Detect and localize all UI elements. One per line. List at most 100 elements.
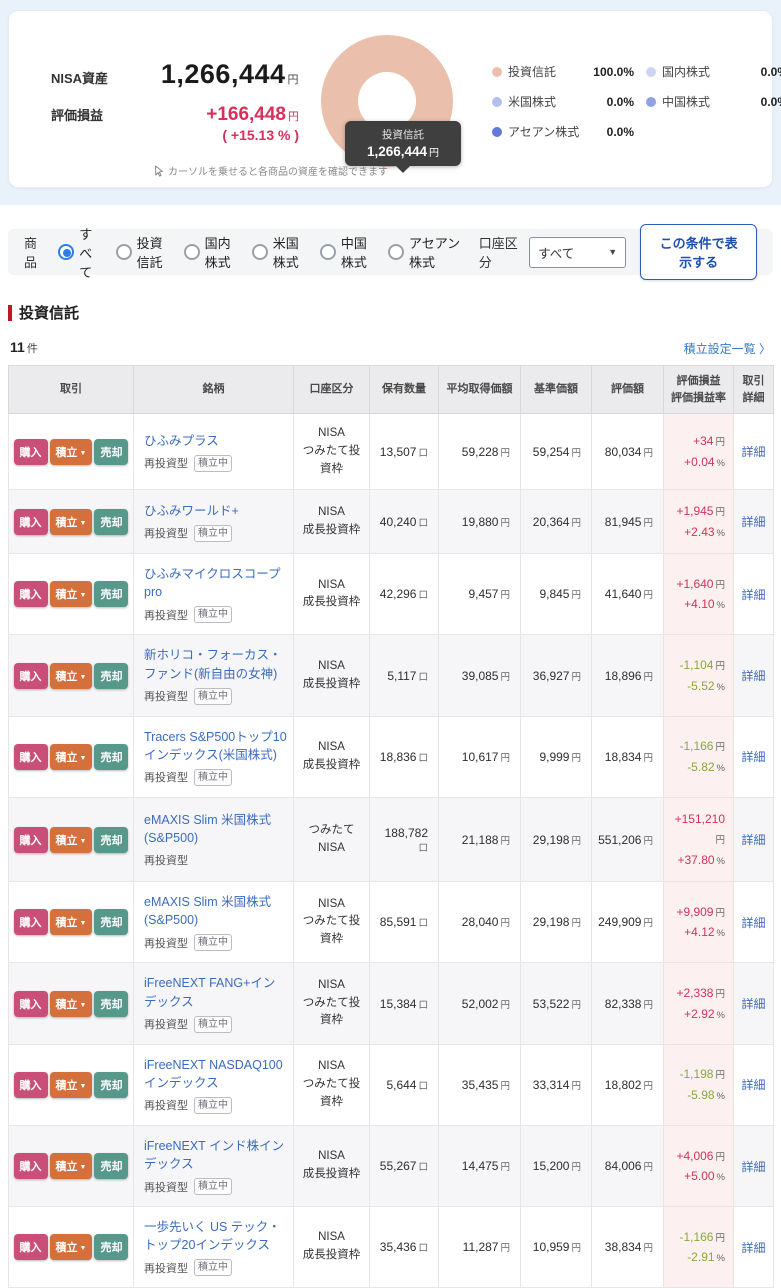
radio-icon[interactable] <box>388 244 404 260</box>
sell-button[interactable]: 売却 <box>94 663 128 689</box>
nav-cell: 9,999円 <box>521 716 592 797</box>
account-type-select[interactable]: すべて ▼ <box>529 237 626 268</box>
detail-cell: 詳細 <box>734 490 774 554</box>
tsumitate-button[interactable]: 積立▼ <box>50 509 93 535</box>
tsumitate-caret-icon: ▼ <box>80 520 87 527</box>
detail-link[interactable]: 詳細 <box>741 669 765 683</box>
tsumitate-button[interactable]: 積立▼ <box>50 439 93 465</box>
tsumitate-button[interactable]: 積立▼ <box>50 827 93 853</box>
tsumitate-caret-icon: ▼ <box>80 450 87 457</box>
buy-button[interactable]: 購入 <box>14 581 48 607</box>
pl-unit: 円 <box>288 111 299 123</box>
fund-name-link[interactable]: iFreeNEXT FANG+インデックス <box>144 976 275 1008</box>
buy-button[interactable]: 購入 <box>14 439 48 465</box>
fund-name-link[interactable]: iFreeNEXT インド株インデックス <box>144 1139 284 1171</box>
sell-button[interactable]: 売却 <box>94 991 128 1017</box>
tsumitate-button[interactable]: 積立▼ <box>50 663 93 689</box>
avg-cost-cell: 59,228円 <box>439 414 521 490</box>
sell-button[interactable]: 売却 <box>94 827 128 853</box>
fund-name-link[interactable]: eMAXIS Slim 米国株式(S&P500) <box>144 813 271 845</box>
radio-icon[interactable] <box>58 244 74 260</box>
nav-cell: 59,254円 <box>521 414 592 490</box>
donut-tooltip: 投資信託 1,266,444円 <box>345 121 461 166</box>
pl-rate: -5.52% <box>670 676 725 696</box>
sell-button[interactable]: 売却 <box>94 509 128 535</box>
product-filter-label: 商品 <box>24 233 44 271</box>
trade-actions-cell: 購入積立▼売却 <box>9 1044 134 1125</box>
product-radio-option[interactable]: 投資信託 <box>116 233 170 271</box>
item-count: 11件 <box>10 339 38 357</box>
fund-cell: Tracers S&P500トップ10インデックス(米国株式) 再投資型 積立中 <box>134 716 294 797</box>
product-radio-option[interactable]: 国内株式 <box>184 233 238 271</box>
detail-link[interactable]: 詳細 <box>741 1241 765 1255</box>
buy-button[interactable]: 購入 <box>14 509 48 535</box>
detail-link[interactable]: 詳細 <box>741 515 765 529</box>
tsumitate-button[interactable]: 積立▼ <box>50 1234 93 1260</box>
tsumitate-button[interactable]: 積立▼ <box>50 744 93 770</box>
avg-cost-cell: 21,188円 <box>439 797 521 881</box>
detail-link[interactable]: 詳細 <box>741 750 765 764</box>
detail-link[interactable]: 詳細 <box>741 1160 765 1174</box>
radio-icon[interactable] <box>116 244 132 260</box>
avg-cost-cell: 39,085円 <box>439 635 521 716</box>
sell-button[interactable]: 売却 <box>94 1153 128 1179</box>
buy-button[interactable]: 購入 <box>14 744 48 770</box>
tsumitate-button[interactable]: 積立▼ <box>50 1153 93 1179</box>
product-radio-option[interactable]: 米国株式 <box>252 233 306 271</box>
radio-icon[interactable] <box>320 244 336 260</box>
tsumitate-button[interactable]: 積立▼ <box>50 909 93 935</box>
pl-cell: -1,166円 -5.82% <box>664 716 734 797</box>
quantity-cell: 55,267口 <box>370 1125 439 1206</box>
buy-button[interactable]: 購入 <box>14 1234 48 1260</box>
fund-name-link[interactable]: ひふみマイクロスコープpro <box>144 567 281 599</box>
fund-name-link[interactable]: ひふみワールド+ <box>144 504 239 518</box>
detail-link[interactable]: 詳細 <box>741 916 765 930</box>
fund-name-link[interactable]: ひふみプラス <box>144 434 219 448</box>
product-radio-option[interactable]: アセアン株式 <box>388 233 461 271</box>
apply-filter-button[interactable]: この条件で表示する <box>640 224 757 280</box>
radio-icon[interactable] <box>252 244 268 260</box>
donut-tooltip-label: 投資信託 <box>349 127 457 142</box>
legend-label: 中国株式 <box>662 93 710 110</box>
detail-link[interactable]: 詳細 <box>741 833 765 847</box>
radio-icon[interactable] <box>184 244 200 260</box>
tsumitate-settings-link[interactable]: 積立設定一覧 〉 <box>684 340 771 357</box>
column-header: 平均取得価額 <box>439 366 521 414</box>
buy-button[interactable]: 購入 <box>14 1153 48 1179</box>
fund-name-link[interactable]: 新ホリコ・フォーカス・ファンド(新自由の女神) <box>144 648 282 680</box>
tsumitate-active-badge: 積立中 <box>194 525 232 542</box>
detail-link[interactable]: 詳細 <box>741 1078 765 1092</box>
buy-button[interactable]: 購入 <box>14 1072 48 1098</box>
tsumitate-button[interactable]: 積立▼ <box>50 991 93 1017</box>
column-header: 評価額 <box>592 366 664 414</box>
fund-name-link[interactable]: 一歩先いく US テック・トップ20インデックス <box>144 1220 281 1252</box>
account-type-label: 口座区分 <box>479 233 519 271</box>
sell-button[interactable]: 売却 <box>94 909 128 935</box>
product-radio-option[interactable]: 中国株式 <box>320 233 374 271</box>
tsumitate-button[interactable]: 積立▼ <box>50 581 93 607</box>
buy-button[interactable]: 購入 <box>14 909 48 935</box>
quantity-cell: 13,507口 <box>370 414 439 490</box>
fund-name-link[interactable]: eMAXIS Slim 米国株式(S&P500) <box>144 895 271 927</box>
sell-button[interactable]: 売却 <box>94 439 128 465</box>
account-type-cell: NISA成長投資枠 <box>294 554 370 635</box>
buy-button[interactable]: 購入 <box>14 663 48 689</box>
account-type-cell: NISA成長投資枠 <box>294 635 370 716</box>
detail-link[interactable]: 詳細 <box>741 997 765 1011</box>
fund-name-link[interactable]: Tracers S&P500トップ10インデックス(米国株式) <box>144 730 287 762</box>
fund-cell: ひふみマイクロスコープpro 再投資型 積立中 <box>134 554 294 635</box>
sell-button[interactable]: 売却 <box>94 744 128 770</box>
tsumitate-button[interactable]: 積立▼ <box>50 1072 93 1098</box>
product-radio-option[interactable]: すべて <box>58 224 101 281</box>
detail-link[interactable]: 詳細 <box>741 588 765 602</box>
detail-link[interactable]: 詳細 <box>741 445 765 459</box>
buy-button[interactable]: 購入 <box>14 827 48 853</box>
sell-button[interactable]: 売却 <box>94 1234 128 1260</box>
table-row: 購入積立▼売却 一歩先いく US テック・トップ20インデックス 再投資型 積立… <box>9 1207 774 1288</box>
sell-button[interactable]: 売却 <box>94 581 128 607</box>
buy-button[interactable]: 購入 <box>14 991 48 1017</box>
column-header: 取引 <box>9 366 134 414</box>
pl-amount: +151,210円 <box>670 809 725 850</box>
sell-button[interactable]: 売却 <box>94 1072 128 1098</box>
fund-name-link[interactable]: iFreeNEXT NASDAQ100インデックス <box>144 1058 283 1090</box>
